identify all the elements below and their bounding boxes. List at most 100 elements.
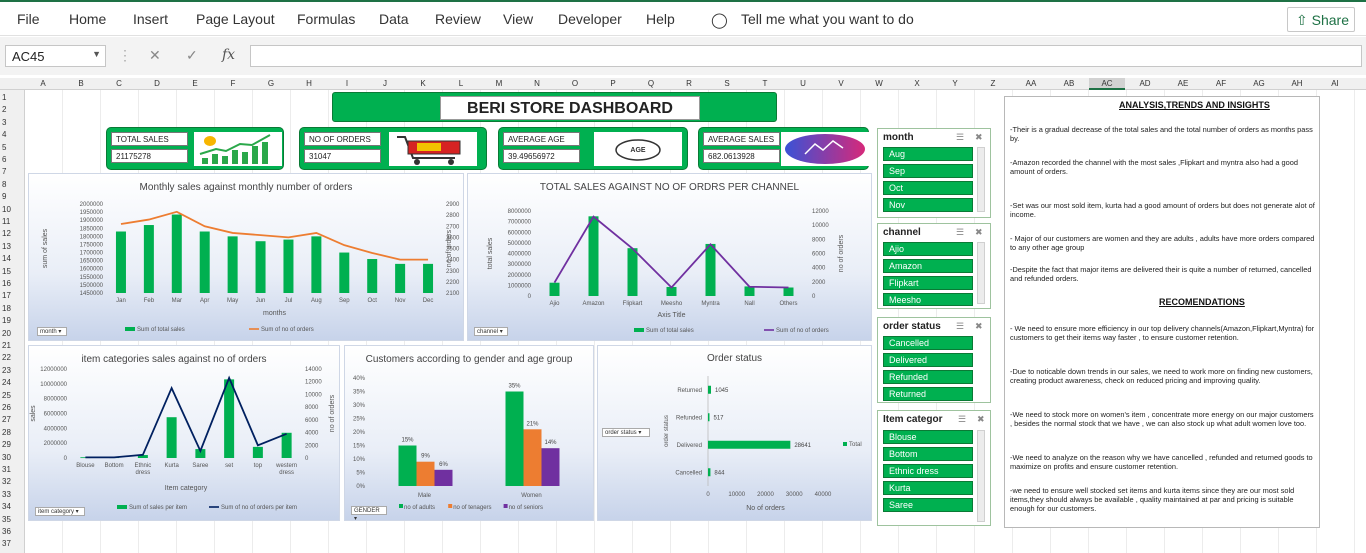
- item-category-filter-button[interactable]: item category ▾: [35, 507, 85, 516]
- slicer-item[interactable]: Sep: [883, 164, 973, 178]
- column-header[interactable]: R: [686, 78, 692, 90]
- clear-filter-icon[interactable]: ✖: [975, 227, 983, 238]
- tell-me-search[interactable]: Tell me what you want to do: [741, 11, 914, 27]
- menu-data[interactable]: Data: [379, 11, 409, 27]
- slicer-item[interactable]: Returned: [883, 387, 973, 401]
- column-header[interactable]: M: [496, 78, 503, 90]
- column-header[interactable]: V: [838, 78, 843, 90]
- column-header[interactable]: AG: [1253, 78, 1265, 90]
- channel-filter-button[interactable]: channel ▾: [474, 327, 508, 336]
- column-header[interactable]: G: [268, 78, 274, 90]
- column-header[interactable]: AH: [1291, 78, 1302, 90]
- slicer-item[interactable]: Amazon: [883, 259, 973, 273]
- slicer-item[interactable]: Aug: [883, 147, 973, 161]
- column-header[interactable]: Z: [991, 78, 996, 90]
- column-header[interactable]: K: [420, 78, 425, 90]
- column-header[interactable]: AB: [1064, 78, 1075, 90]
- slicer-item[interactable]: Ethnic dress: [883, 464, 973, 478]
- row-header[interactable]: 17: [2, 291, 11, 300]
- clear-filter-icon[interactable]: ✖: [977, 414, 985, 425]
- menu-home[interactable]: Home: [69, 11, 106, 27]
- row-header[interactable]: 23: [2, 366, 11, 375]
- slicer-item[interactable]: Meesho: [883, 293, 973, 306]
- column-header[interactable]: N: [534, 78, 540, 90]
- row-header[interactable]: 26: [2, 403, 11, 412]
- row-header[interactable]: 11: [2, 217, 10, 226]
- slicer-scrollbar[interactable]: [977, 430, 985, 522]
- row-header[interactable]: 27: [2, 415, 11, 424]
- menu-formulas[interactable]: Formulas: [297, 11, 355, 27]
- row-header[interactable]: 33: [2, 490, 11, 499]
- row-header[interactable]: 5: [2, 143, 6, 152]
- multi-select-icon[interactable]: ☰: [958, 414, 966, 425]
- clear-filter-icon[interactable]: ✖: [975, 321, 983, 332]
- column-header[interactable]: T: [763, 78, 768, 90]
- clear-filter-icon[interactable]: ✖: [975, 132, 983, 143]
- insert-function-icon[interactable]: fx: [222, 47, 235, 63]
- column-header[interactable]: P: [610, 78, 615, 90]
- menu-view[interactable]: View: [503, 11, 533, 27]
- row-header[interactable]: 9: [2, 192, 6, 201]
- slicer-item[interactable]: Delivered: [883, 353, 973, 367]
- row-header[interactable]: 30: [2, 453, 11, 462]
- multi-select-icon[interactable]: ☰: [956, 321, 964, 332]
- slicer-item[interactable]: Nov: [883, 198, 973, 212]
- column-header[interactable]: AE: [1178, 78, 1189, 90]
- row-header[interactable]: 24: [2, 378, 11, 387]
- share-button[interactable]: ⇧ Share: [1287, 7, 1355, 32]
- slicer-item[interactable]: Bottom: [883, 447, 973, 461]
- row-header[interactable]: 28: [2, 428, 11, 437]
- row-header[interactable]: 3: [2, 118, 6, 127]
- slicer-item[interactable]: Kurta: [883, 481, 973, 495]
- column-header[interactable]: C: [116, 78, 122, 90]
- menu-review[interactable]: Review: [435, 11, 481, 27]
- column-header[interactable]: AF: [1216, 78, 1226, 90]
- column-header[interactable]: J: [383, 78, 387, 90]
- column-header[interactable]: X: [914, 78, 919, 90]
- row-header[interactable]: 14: [2, 254, 11, 263]
- month-filter-button[interactable]: month ▾: [37, 327, 67, 336]
- slicer-item[interactable]: Ajio: [883, 242, 973, 256]
- order-status-filter-button[interactable]: order status ▾: [602, 428, 650, 437]
- menu-page-layout[interactable]: Page Layout: [196, 11, 275, 27]
- row-header[interactable]: 35: [2, 515, 11, 524]
- column-header[interactable]: H: [306, 78, 312, 90]
- column-header[interactable]: E: [192, 78, 197, 90]
- row-header[interactable]: 22: [2, 353, 11, 362]
- row-header[interactable]: 7: [2, 167, 6, 176]
- row-header[interactable]: 20: [2, 329, 11, 338]
- name-box[interactable]: AC45 ▼: [5, 45, 106, 67]
- column-header[interactable]: Y: [952, 78, 957, 90]
- row-header[interactable]: 6: [2, 155, 6, 164]
- multi-select-icon[interactable]: ☰: [956, 227, 964, 238]
- slicer-item[interactable]: Saree: [883, 498, 973, 512]
- column-header[interactable]: A: [40, 78, 45, 90]
- row-header[interactable]: 36: [2, 527, 11, 536]
- confirm-entry-icon[interactable]: ✓: [186, 47, 198, 64]
- row-header[interactable]: 21: [2, 341, 11, 350]
- column-header[interactable]: AA: [1026, 78, 1037, 90]
- column-header[interactable]: O: [572, 78, 578, 90]
- row-header[interactable]: 32: [2, 477, 11, 486]
- slicer-item[interactable]: Refunded: [883, 370, 973, 384]
- row-header[interactable]: 1: [2, 93, 6, 102]
- row-header[interactable]: 8: [2, 180, 6, 189]
- column-header[interactable]: L: [459, 78, 463, 90]
- slicer-scrollbar[interactable]: [977, 147, 985, 212]
- slicer-item[interactable]: Cancelled: [883, 336, 973, 350]
- row-header[interactable]: 31: [2, 465, 11, 474]
- row-header[interactable]: 19: [2, 316, 11, 325]
- column-header[interactable]: AD: [1139, 78, 1150, 90]
- row-header[interactable]: 37: [2, 539, 11, 548]
- slicer-item[interactable]: Blouse: [883, 430, 973, 444]
- slicer-item[interactable]: Flipkart: [883, 276, 973, 290]
- row-header[interactable]: 29: [2, 440, 11, 449]
- row-header[interactable]: 13: [2, 242, 11, 251]
- cancel-entry-icon[interactable]: ✕: [149, 47, 161, 64]
- column-header[interactable]: W: [875, 78, 883, 90]
- menu-developer[interactable]: Developer: [558, 11, 622, 27]
- multi-select-icon[interactable]: ☰: [956, 132, 964, 143]
- row-header[interactable]: 25: [2, 391, 11, 400]
- menu-help[interactable]: Help: [646, 11, 675, 27]
- column-header[interactable]: U: [800, 78, 806, 90]
